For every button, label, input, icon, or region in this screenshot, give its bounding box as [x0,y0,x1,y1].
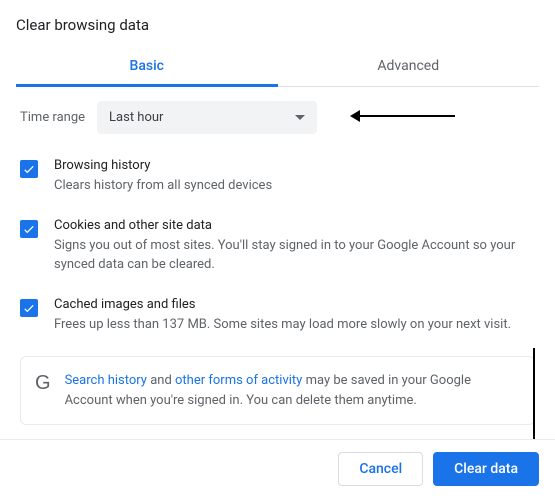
info-box: G Search history and other forms of acti… [20,356,535,425]
caret-down-icon [295,115,305,120]
option-cookies: Cookies and other site data Signs you ou… [20,218,535,275]
clear-data-button[interactable]: Clear data [433,452,539,486]
checkmark-icon [22,222,36,236]
checkbox-browsing-history[interactable] [20,160,38,178]
option-desc: Frees up less than 137 MB. Some sites ma… [54,315,535,335]
dialog-footer: Cancel Clear data [0,439,555,500]
dialog-title: Clear browsing data [16,16,539,34]
option-title: Browsing history [54,158,535,173]
tabs: Basic Advanced [16,48,539,87]
checkbox-cookies[interactable] [20,220,38,238]
tab-advanced[interactable]: Advanced [278,48,540,86]
checkmark-icon [22,162,36,176]
option-title: Cached images and files [54,297,535,312]
annotation-arrow-horizontal [360,115,455,117]
time-range-value: Last hour [109,110,163,125]
checkmark-icon [22,301,36,315]
checkbox-cache[interactable] [20,299,38,317]
google-icon: G [35,373,51,393]
option-browsing-history: Browsing history Clears history from all… [20,158,535,196]
option-desc: Signs you out of most sites. You'll stay… [54,236,535,275]
option-title: Cookies and other site data [54,218,535,233]
info-text: Search history and other forms of activi… [65,371,520,410]
option-cache: Cached images and files Frees up less th… [20,297,535,335]
link-other-activity[interactable]: other forms of activity [175,373,302,388]
time-range-select[interactable]: Last hour [97,101,317,134]
cancel-button[interactable]: Cancel [338,452,423,486]
link-search-history[interactable]: Search history [65,373,147,388]
option-desc: Clears history from all synced devices [54,176,535,196]
tab-basic[interactable]: Basic [16,48,278,86]
time-range-label: Time range [20,110,85,125]
